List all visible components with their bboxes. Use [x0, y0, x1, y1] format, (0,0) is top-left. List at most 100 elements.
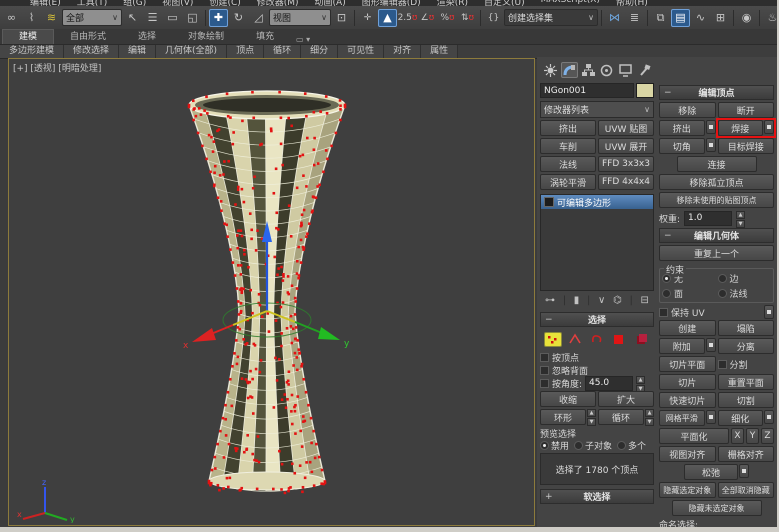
target-weld-button[interactable]: 目标焊接: [717, 138, 774, 154]
make-unique-icon[interactable]: ∨: [598, 295, 605, 306]
by-vertex-checkbox[interactable]: [540, 352, 549, 362]
attach-button[interactable]: 附加: [659, 338, 705, 354]
viewport-label[interactable]: [+] [透视] [明暗处理]: [13, 61, 101, 74]
loop-button[interactable]: 循环: [598, 409, 644, 425]
extrude-settings-button[interactable]: [705, 120, 716, 134]
detach-button[interactable]: 分离: [717, 338, 774, 354]
select-move-icon[interactable]: ✚: [209, 8, 228, 27]
object-name-field[interactable]: NGon001: [540, 83, 634, 98]
hide-selected-button[interactable]: 隐藏选定对象: [659, 482, 716, 498]
bind-spacewarp-icon[interactable]: ≋: [42, 9, 61, 27]
select-rotate-icon[interactable]: ↻: [229, 9, 248, 27]
grow-button[interactable]: 扩大: [598, 391, 654, 407]
panel-edit[interactable]: 编辑: [119, 45, 157, 58]
align-icon[interactable]: ≣: [625, 9, 644, 27]
attach-settings-button[interactable]: [705, 338, 716, 352]
panel-properties[interactable]: 属性: [421, 45, 459, 58]
edit-named-selection-icon[interactable]: {}: [484, 9, 503, 27]
tab-populate[interactable]: 填充: [240, 30, 290, 44]
perspective-viewport[interactable]: [+] [透视] [明暗处理] x y z x y: [8, 58, 535, 526]
edit-vertices-rollout-header[interactable]: − 编辑顶点: [659, 85, 774, 100]
window-crossing-icon[interactable]: ◱: [183, 9, 202, 27]
msmooth-settings-button[interactable]: [705, 410, 716, 424]
select-manipulate-icon[interactable]: ✛: [358, 9, 377, 27]
lathe-modifier-button[interactable]: 车削: [540, 138, 596, 154]
weight-value-field[interactable]: 1.0: [684, 210, 733, 226]
material-editor-icon[interactable]: ◉: [737, 9, 756, 27]
select-by-name-icon[interactable]: ☰: [143, 9, 162, 27]
modifier-stack[interactable]: 可编辑多边形: [540, 194, 654, 291]
angle-value-field[interactable]: 45.0: [585, 375, 634, 391]
relax-button[interactable]: 松弛: [684, 464, 738, 480]
unlink-icon[interactable]: ⌇: [22, 9, 41, 27]
utilities-tab-icon[interactable]: [636, 62, 653, 78]
constraint-face-radio[interactable]: [662, 289, 671, 298]
configure-modifier-sets-icon[interactable]: ⊟: [641, 295, 649, 306]
constraint-edge-radio[interactable]: [717, 274, 727, 283]
panel-align[interactable]: 对齐: [384, 45, 422, 58]
panel-subdivision[interactable]: 细分: [301, 45, 339, 58]
ffd-4x4x4-modifier-button[interactable]: FFD 4x4x4: [598, 174, 654, 190]
planar-x-button[interactable]: X: [731, 428, 744, 444]
ignore-backfacing-checkbox[interactable]: [540, 365, 549, 375]
grid-align-button[interactable]: 栅格对齐: [717, 446, 774, 462]
rect-selection-region-icon[interactable]: ▭: [163, 9, 182, 27]
tab-selection[interactable]: 选择: [122, 30, 172, 44]
editable-poly-model[interactable]: x y: [117, 83, 417, 523]
preview-off-radio[interactable]: [540, 440, 549, 450]
relax-settings-button[interactable]: [739, 464, 749, 478]
reset-plane-button[interactable]: 重置平面: [717, 374, 774, 390]
tessellate-settings-button[interactable]: [764, 410, 774, 424]
pin-stack-icon[interactable]: ⊶: [545, 295, 555, 306]
collapse-button[interactable]: 塌陷: [717, 320, 774, 336]
extrude-modifier-button[interactable]: 挤出: [540, 120, 596, 136]
angle-snap-icon[interactable]: ∠ ʊ: [418, 9, 437, 27]
panel-loops[interactable]: 循环: [264, 45, 302, 58]
split-checkbox[interactable]: [717, 359, 727, 369]
angle-spinner[interactable]: ▲ ▼: [636, 376, 646, 393]
remove-unused-map-verts-button[interactable]: 移除未使用的贴图顶点: [659, 192, 774, 208]
mirror-icon[interactable]: ⋈: [605, 9, 624, 27]
preview-subobj-radio[interactable]: [574, 440, 584, 450]
panel-vertices[interactable]: 顶点: [227, 45, 265, 58]
reference-coordinate-dropdown[interactable]: 视图 ∨: [269, 9, 331, 26]
break-button[interactable]: 断开: [717, 102, 774, 118]
element-subobject-icon[interactable]: [632, 332, 650, 347]
extrude-button[interactable]: 挤出: [659, 120, 705, 136]
ribbon-toggle-icon[interactable]: ▤: [671, 8, 690, 27]
tessellate-button[interactable]: 细化: [717, 410, 763, 426]
polygon-subobject-icon[interactable]: [610, 332, 628, 347]
create-tab-icon[interactable]: [542, 62, 559, 78]
view-align-button[interactable]: 视图对齐: [659, 446, 716, 462]
edge-subobject-icon[interactable]: [566, 332, 584, 347]
remove-modifier-icon[interactable]: ⌬: [613, 295, 622, 306]
uvw-map-modifier-button[interactable]: UVW 贴图: [598, 120, 654, 136]
border-subobject-icon[interactable]: [588, 332, 606, 347]
percent-snap-icon[interactable]: % ʊ: [438, 9, 457, 27]
planar-y-button[interactable]: Y: [746, 428, 759, 444]
constraint-normal-radio[interactable]: [717, 289, 727, 298]
modify-tab-icon[interactable]: [560, 62, 578, 78]
tab-modeling[interactable]: 建模: [2, 29, 55, 44]
constraint-none-radio[interactable]: [662, 274, 671, 283]
connect-button[interactable]: 连接: [676, 156, 757, 172]
hide-unselected-button[interactable]: 隐藏未选定对象: [671, 500, 762, 516]
unhide-all-button[interactable]: 全部取消隐藏: [717, 482, 774, 498]
ring-button[interactable]: 环形: [540, 409, 586, 425]
snap-25-icon[interactable]: 2.5 ʊ: [398, 9, 418, 27]
preserve-uv-checkbox[interactable]: [659, 307, 668, 317]
show-end-result-icon[interactable]: ▮: [574, 295, 580, 306]
msmooth-button[interactable]: 网格平滑: [659, 410, 705, 426]
create-button[interactable]: 创建: [659, 320, 716, 336]
use-pivot-center-icon[interactable]: ⊡: [332, 9, 351, 27]
remove-button[interactable]: 移除: [659, 102, 716, 118]
panel-visibility[interactable]: 可见性: [338, 45, 385, 58]
shrink-button[interactable]: 收缩: [540, 391, 596, 407]
named-selection-dropdown[interactable]: 创建选择集 ∨: [504, 9, 598, 26]
modifier-list-dropdown[interactable]: 修改器列表 ∨: [540, 101, 654, 118]
selection-filter-dropdown[interactable]: 全部 ∨: [62, 9, 122, 26]
repeat-last-button[interactable]: 重复上一个: [659, 245, 774, 261]
object-color-swatch[interactable]: [636, 83, 654, 98]
soft-selection-rollout-header[interactable]: + 软选择: [540, 489, 654, 504]
display-tab-icon[interactable]: [617, 62, 634, 78]
